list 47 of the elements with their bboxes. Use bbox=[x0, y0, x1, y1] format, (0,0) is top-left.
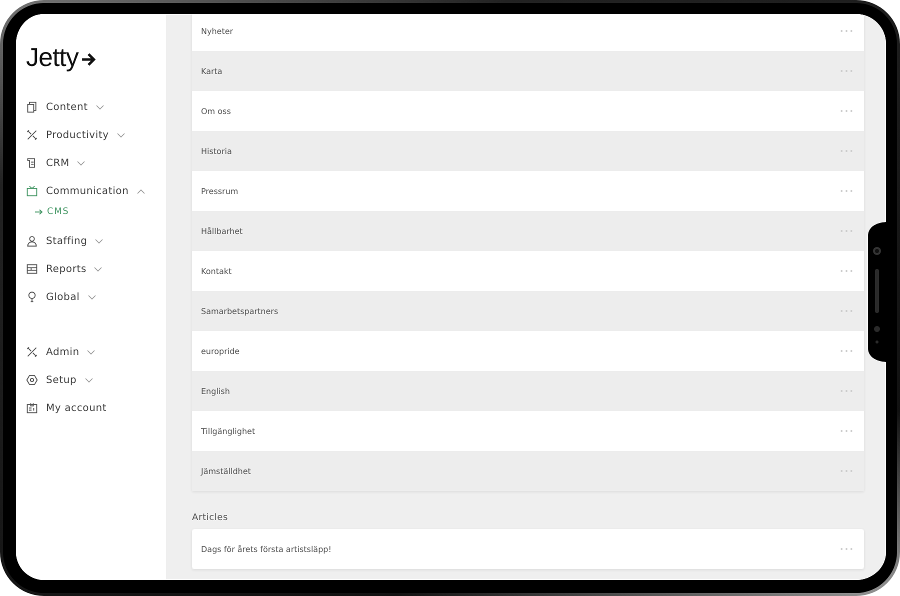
article-title: Dags för årets första artistsläpp! bbox=[201, 544, 332, 554]
page-title: europride bbox=[201, 346, 240, 356]
page-title: Kontakt bbox=[201, 266, 232, 276]
page-title: Karta bbox=[201, 66, 222, 76]
more-icon[interactable] bbox=[840, 189, 853, 193]
nav-item[interactable]: Productivity bbox=[26, 121, 125, 149]
page-row[interactable]: Historia bbox=[192, 131, 864, 171]
page-title: Hållbarhet bbox=[201, 226, 243, 236]
page-title: Jämställdhet bbox=[201, 466, 251, 476]
page-title: Samarbetspartners bbox=[201, 306, 278, 316]
page-title: Tillgänglighet bbox=[201, 426, 256, 436]
page-row[interactable]: Pressrum bbox=[192, 171, 864, 211]
nav-item[interactable]: Content bbox=[26, 93, 104, 121]
page-row[interactable]: Tillgänglighet bbox=[192, 411, 864, 451]
page-row[interactable]: Samarbetspartners bbox=[192, 291, 864, 331]
more-icon[interactable] bbox=[840, 349, 853, 353]
article-row[interactable]: Dags för årets första artistsläpp! bbox=[192, 529, 864, 569]
page-title: Pressrum bbox=[201, 186, 238, 196]
nav-item[interactable]: CRM bbox=[26, 149, 86, 177]
more-icon[interactable] bbox=[840, 269, 853, 273]
page-row[interactable]: Jämställdhet bbox=[192, 451, 864, 491]
page-row[interactable]: europride bbox=[192, 331, 864, 371]
nav-item[interactable]: Admin bbox=[26, 338, 96, 366]
more-icon[interactable] bbox=[840, 429, 853, 433]
section-heading: Articles bbox=[192, 513, 229, 523]
page-row[interactable]: Om oss bbox=[192, 91, 864, 131]
more-icon[interactable] bbox=[840, 109, 853, 113]
nav-item[interactable]: Global bbox=[26, 283, 96, 311]
nav-item[interactable]: Communication bbox=[26, 177, 145, 205]
nav-item[interactable]: Setup bbox=[26, 366, 93, 394]
nav-item[interactable]: Staffing bbox=[26, 227, 104, 255]
arrow-icon bbox=[35, 209, 43, 215]
arrow-icon bbox=[81, 52, 96, 66]
logo: Jetty bbox=[26, 42, 78, 73]
page-row[interactable]: Hållbarhet bbox=[192, 211, 864, 251]
nav-item[interactable]: My account bbox=[26, 394, 107, 422]
page-row[interactable]: English bbox=[192, 371, 864, 411]
more-icon[interactable] bbox=[840, 29, 853, 33]
page-row[interactable]: Kontakt bbox=[192, 251, 864, 291]
page-title: Om oss bbox=[201, 106, 231, 116]
nav-item[interactable]: Reports bbox=[26, 255, 102, 283]
page-row[interactable]: Karta bbox=[192, 51, 864, 91]
page-title: English bbox=[201, 386, 230, 396]
page-title: Nyheter bbox=[201, 26, 234, 36]
page-title: Historia bbox=[201, 146, 232, 156]
more-icon[interactable] bbox=[840, 547, 853, 551]
page-row[interactable]: Nyheter bbox=[192, 14, 864, 51]
